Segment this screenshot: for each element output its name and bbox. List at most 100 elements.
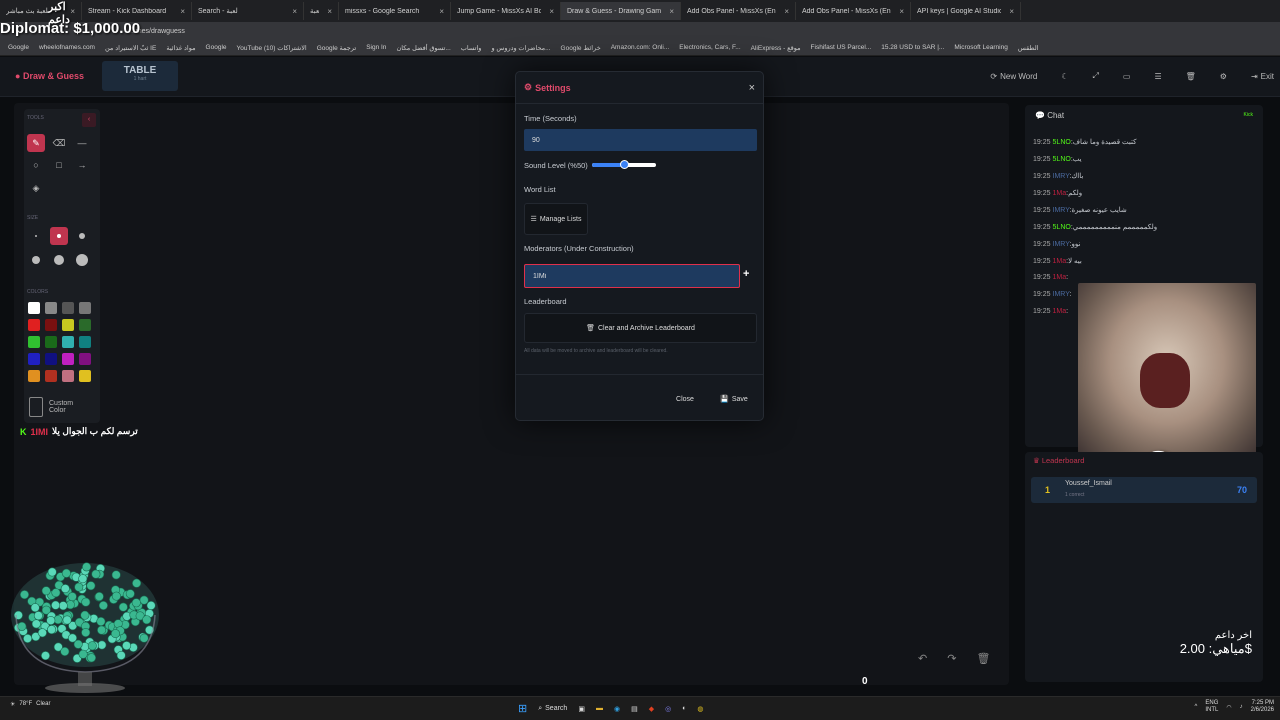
table-button[interactable]: TABLE 1 hart (102, 61, 178, 91)
sound-slider[interactable] (592, 160, 656, 169)
eraser-tool[interactable]: ⌫ (50, 134, 68, 152)
color-swatch[interactable] (45, 302, 57, 314)
list-button[interactable]: ☰ (1148, 68, 1167, 85)
close-icon[interactable]: × (749, 82, 755, 94)
volume-icon[interactable]: ♪ (1240, 704, 1243, 710)
windows-icon[interactable]: ⊞ (518, 702, 527, 715)
bookmark-item[interactable]: Amazon.com: Onli... (611, 44, 670, 51)
close-tab-icon[interactable]: × (669, 7, 674, 16)
chat-user[interactable]: 5LNO (1053, 156, 1071, 163)
bookmark-item[interactable]: تسوق أفضل مكان... (396, 44, 450, 52)
pen-tool[interactable]: ✎ (27, 134, 45, 152)
color-swatch[interactable] (45, 336, 57, 348)
color-swatch[interactable] (28, 302, 40, 314)
settings-button[interactable]: ⚙ (1214, 68, 1233, 85)
keyboard-button[interactable]: ▭ (1117, 68, 1137, 85)
color-swatch[interactable] (79, 370, 91, 382)
wifi-icon[interactable]: ◠ (1226, 704, 1231, 711)
color-swatch[interactable] (62, 302, 74, 314)
bookmark-item[interactable]: Google (8, 44, 29, 51)
close-tab-icon[interactable]: × (70, 7, 75, 16)
color-swatch[interactable] (45, 353, 57, 365)
arrow-tool[interactable]: → (73, 156, 91, 174)
rect-tool[interactable]: □ (50, 156, 68, 174)
discord-icon[interactable]: ◎ (665, 705, 671, 713)
browser-tab[interactable]: Draw & Guess - Drawing Game × (561, 2, 681, 20)
close-tab-icon[interactable]: × (292, 7, 297, 16)
trash-icon[interactable]: 🗑 (976, 652, 990, 665)
folder-icon[interactable]: ▬ (596, 705, 603, 712)
time-input[interactable] (524, 129, 757, 151)
browser-tab[interactable]: Add Obs Panel - MissXs (Englis... × (796, 2, 911, 20)
close-tab-icon[interactable]: × (549, 7, 554, 16)
size-xxl[interactable] (73, 251, 91, 269)
bookmark-item[interactable]: مواد غذائية (166, 44, 195, 52)
taskbar-search[interactable]: ⌕ Search (538, 705, 567, 713)
clock[interactable]: 7:25 PM 2/6/2026 (1251, 700, 1274, 714)
browser-tab[interactable]: missxs - Google Search × (339, 2, 451, 20)
moderator-input[interactable] (524, 264, 740, 288)
browser-tab[interactable]: Stream - Kick Dashboard × (82, 2, 192, 20)
slider-knob[interactable] (620, 160, 629, 169)
color-swatch[interactable] (79, 319, 91, 331)
color-swatch[interactable] (79, 302, 91, 314)
size-l[interactable] (27, 251, 45, 269)
size-s[interactable] (50, 227, 68, 245)
circle-tool[interactable]: ○ (27, 156, 45, 174)
chat-user[interactable]: 1Ma (1053, 190, 1067, 197)
close-tab-icon[interactable]: × (439, 7, 444, 16)
bookmark-item[interactable]: محاضرات ودروس و... (491, 44, 550, 52)
chat-user[interactable]: IMRY (1053, 207, 1070, 214)
browser-tab[interactable]: API keys | Google AI Studio × (911, 2, 1021, 20)
chat-user[interactable]: IMRY (1053, 241, 1070, 248)
add-moderator-button[interactable]: + (743, 268, 749, 280)
browser-tab[interactable]: Add Obs Panel - MissXs (Englis... × (681, 2, 796, 20)
fill-tool[interactable]: ◈ (27, 179, 45, 197)
bookmark-item[interactable]: Google خرائط (561, 44, 601, 52)
color-swatch[interactable] (62, 319, 74, 331)
size-xl[interactable] (50, 251, 68, 269)
bookmark-item[interactable]: 15.28 USD to SAR |... (881, 44, 944, 51)
color-swatch[interactable] (28, 336, 40, 348)
bookmark-item[interactable]: Google (206, 44, 227, 51)
size-m[interactable] (73, 227, 91, 245)
color-swatch[interactable] (62, 353, 74, 365)
delete-button[interactable]: 🗑 (1180, 68, 1202, 85)
custom-color-button[interactable]: Custom Color (29, 397, 89, 417)
browser-tab[interactable]: Jump Game - MissXs AI Bot Sy... × (451, 2, 561, 20)
color-swatch[interactable] (62, 336, 74, 348)
manage-lists-button[interactable]: ☰ Manage Lists (524, 203, 588, 235)
browser-tab[interactable]: Search - لعبة × (192, 2, 304, 20)
chat-user[interactable]: 5LNO (1053, 224, 1071, 231)
bookmark-item[interactable]: Microsoft Learning (954, 44, 1007, 51)
clear-archive-button[interactable]: 🗑 Clear and Archive Leaderboard (524, 313, 757, 343)
color-swatch[interactable] (62, 370, 74, 382)
bookmark-item[interactable]: YouTube (10) الاشتراكات (237, 44, 307, 52)
bookmark-item[interactable]: Sign In (366, 44, 386, 51)
chat-user[interactable]: 1Ma (1053, 258, 1067, 265)
bookmark-item[interactable]: Google ترجمة (317, 44, 356, 52)
brave-icon[interactable]: ◆ (649, 705, 654, 713)
taskview-icon[interactable]: ▣ (578, 705, 585, 713)
exit-button[interactable]: ⇥ Exit (1245, 68, 1280, 85)
new-word-button[interactable]: ⟳ New Word (984, 68, 1043, 85)
address-bar[interactable]: ...mes/drawguess (0, 22, 1280, 40)
color-swatch[interactable] (28, 370, 40, 382)
collapse-tools-button[interactable]: ‹ (82, 113, 96, 127)
bookmark-item[interactable]: Fishifast US Parcel... (811, 44, 872, 51)
bookmark-item[interactable]: wheelofnames.com (39, 44, 95, 51)
tray-chevron-icon[interactable]: ^ (1195, 704, 1198, 710)
color-swatch[interactable] (45, 319, 57, 331)
lang-indicator[interactable]: ENG INTL (1205, 700, 1218, 714)
line-tool[interactable]: — (73, 134, 91, 152)
bookmark-item[interactable]: Electronics, Cars, F... (679, 44, 740, 51)
color-swatch[interactable] (28, 353, 40, 365)
close-tab-icon[interactable]: × (180, 7, 185, 16)
bookmark-item[interactable]: الطقس (1018, 44, 1039, 52)
chat-user[interactable]: IMRY (1053, 291, 1070, 298)
bookmark-item[interactable]: واتساب (461, 44, 482, 52)
color-swatch[interactable] (45, 370, 57, 382)
drawing-canvas[interactable] (14, 103, 1009, 685)
chrome-icon[interactable]: ◍ (697, 705, 703, 713)
close-tab-icon[interactable]: × (784, 7, 789, 16)
